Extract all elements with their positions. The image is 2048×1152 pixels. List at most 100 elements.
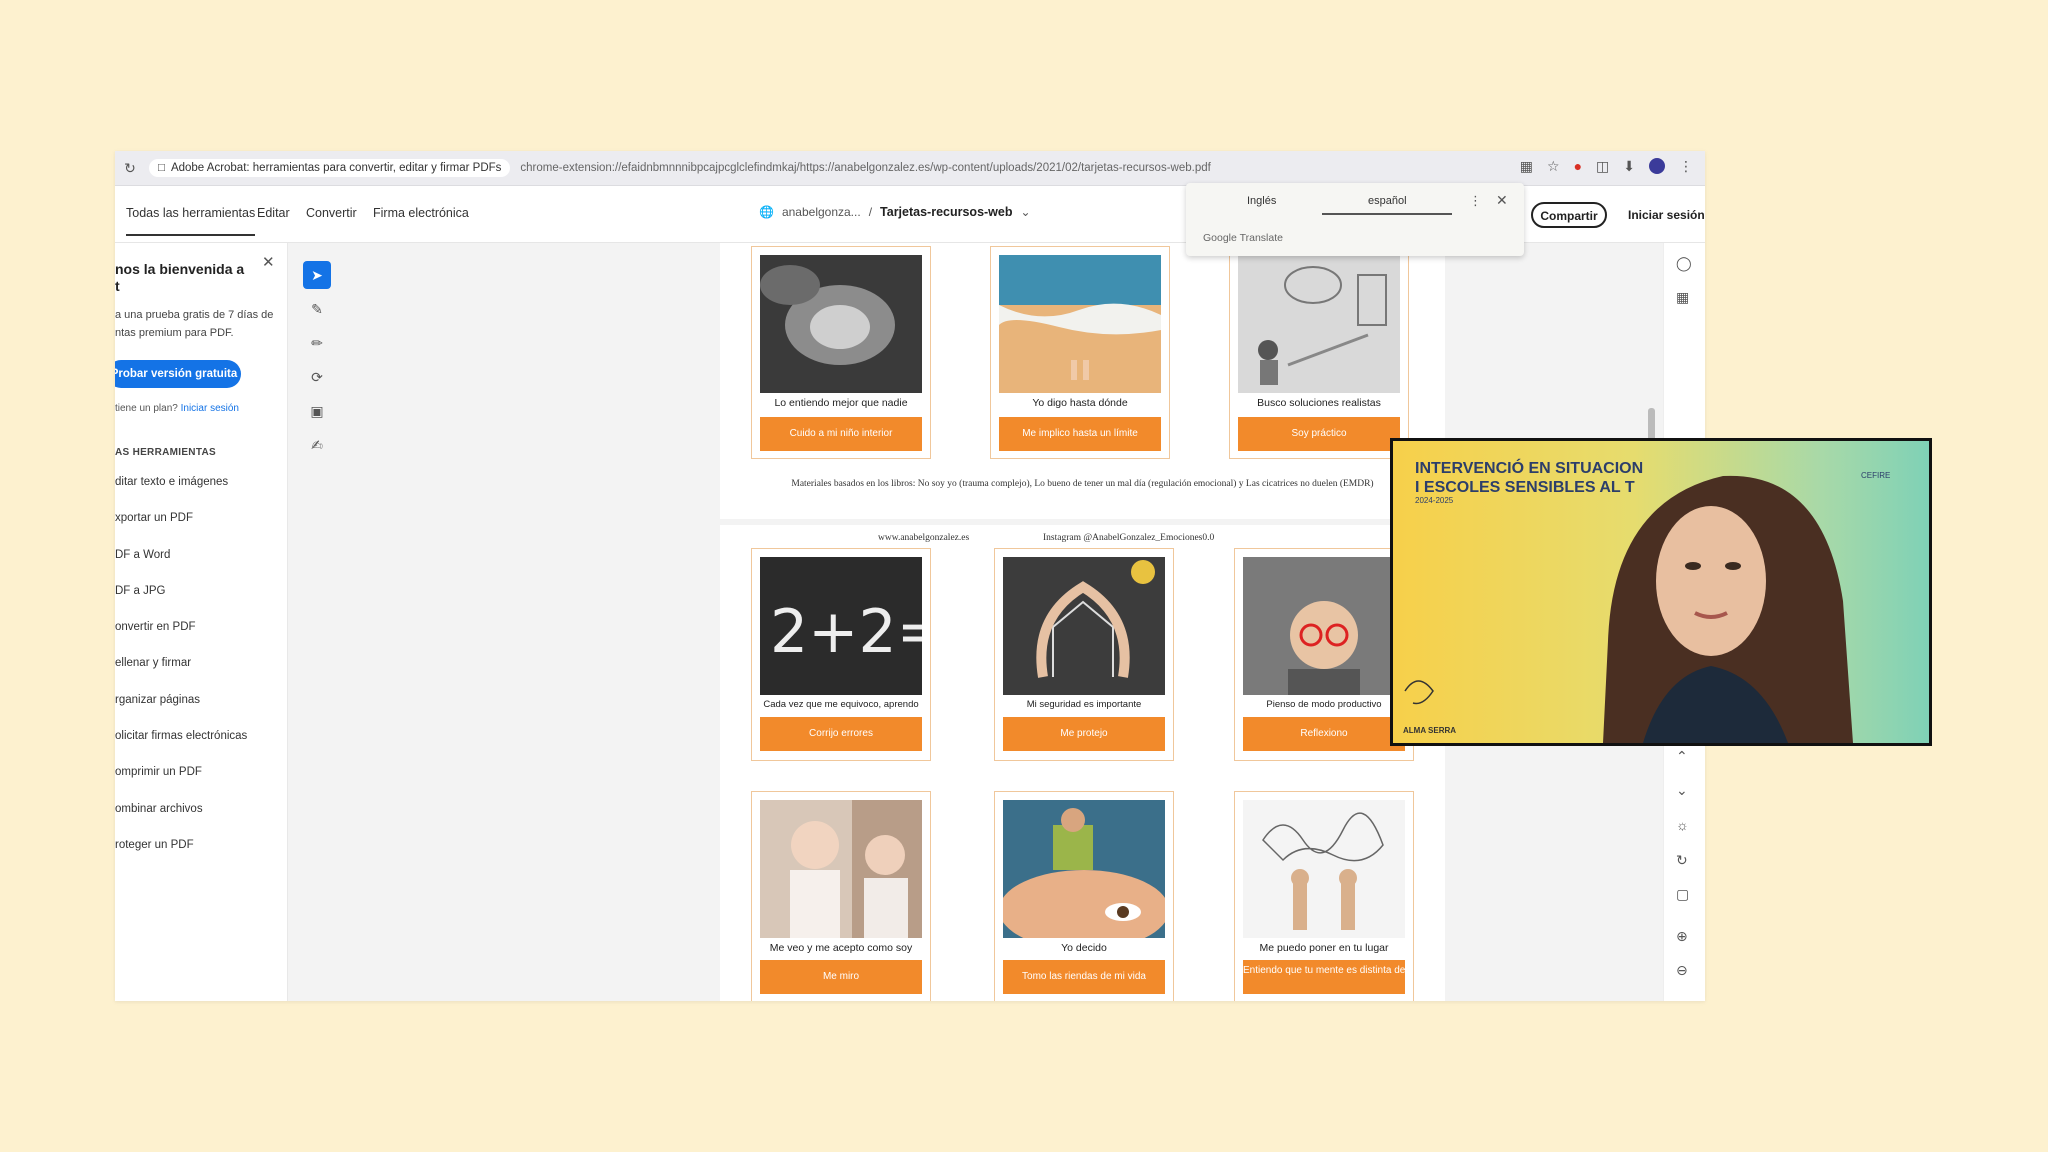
thumbnails-icon[interactable]: ▦ <box>1676 289 1689 306</box>
translate-icon[interactable]: ▦ <box>1520 158 1533 175</box>
page-instagram: Instagram @AnabelGonzalez_Emociones0.0 <box>1043 533 1215 543</box>
card-label: Cuido a mi niño interior <box>760 417 922 451</box>
resource-card: Mi seguridad es importante Me protejo <box>994 548 1174 761</box>
more-options-icon[interactable]: ⋮ <box>1469 193 1482 209</box>
tool-item[interactable]: omprimir un PDF <box>115 766 247 802</box>
site-info-chip[interactable]: □ Adobe Acrobat: herramientas para conve… <box>149 159 511 177</box>
page-website: www.anabelgonzalez.es <box>878 533 970 543</box>
card-label: Tomo las riendas de mi vida <box>1003 960 1165 994</box>
tool-item[interactable]: rganizar páginas <box>115 694 247 730</box>
profile-avatar[interactable] <box>1649 158 1665 174</box>
menu-all-tools[interactable]: Todas las herramientas <box>126 206 256 236</box>
zoom-in-icon[interactable]: ⊕ <box>1676 928 1688 945</box>
tool-item[interactable]: xportar un PDF <box>115 512 247 548</box>
card-caption: Me veo y me acepto como soy <box>769 942 913 954</box>
plan-question: tiene un plan? <box>115 403 178 414</box>
menu-e-sign[interactable]: Firma electrónica <box>373 206 469 220</box>
tools-heading: AS HERRAMIENTAS <box>115 447 216 458</box>
active-lang-underline <box>1322 213 1452 215</box>
text-box-icon[interactable]: ▣ <box>303 397 331 425</box>
welcome-desc-line: a una prueba gratis de 7 días de <box>115 309 274 321</box>
card-label: Me miro <box>760 960 922 994</box>
tools-list: ditar texto e imágenes xportar un PDF DF… <box>115 476 247 875</box>
translate-target-lang[interactable]: español <box>1368 195 1407 207</box>
resource-card: Yo digo hasta dónde Me implico hasta un … <box>990 246 1170 459</box>
card-label: Me implico hasta un límite <box>999 417 1161 451</box>
resource-card: Lo entiendo mejor que nadie Cuido a mi n… <box>751 246 931 459</box>
menu-edit[interactable]: Editar <box>257 206 290 220</box>
select-cursor-icon[interactable]: ➤ <box>303 261 331 289</box>
login-button[interactable]: Iniciar sesión <box>1628 208 1705 222</box>
extensions-icon[interactable]: ◫ <box>1596 158 1609 175</box>
card-caption: Cada vez que me equivoco, aprendo <box>763 699 919 710</box>
welcome-title-line: nos la bienvenida a <box>115 261 245 277</box>
browser-menu-icon[interactable]: ⋮ <box>1679 158 1693 175</box>
tool-item[interactable]: ellenar y firmar <box>115 657 247 693</box>
bookmark-star-icon[interactable]: ☆ <box>1547 158 1560 175</box>
tangled-minds-photo <box>1243 800 1405 938</box>
chalkboard-photo: 2+2=5 <box>760 557 922 695</box>
globe-icon: 🌐 <box>759 205 774 219</box>
free-trial-button[interactable]: Probar versión gratuita <box>115 360 241 388</box>
brightness-icon[interactable]: ☼ <box>1676 817 1689 833</box>
reload-icon[interactable]: ↻ <box>115 160 145 177</box>
welcome-title: nos la bienvenida a t <box>115 261 244 295</box>
card-label: Entiendo que tu mente es distinta de la … <box>1243 960 1405 994</box>
webcam-overlay: INTERVENCIÓ EN SITUACION I ESCOLES SENSI… <box>1390 438 1932 746</box>
close-icon[interactable]: ✕ <box>1496 192 1508 209</box>
card-label: Corrijo errores <box>760 717 922 751</box>
welcome-description: a una prueba gratis de 7 días de ntas pr… <box>115 306 273 342</box>
card-label: Reflexiono <box>1243 717 1405 751</box>
tab-title: Adobe Acrobat: herramientas para convert… <box>170 162 502 174</box>
tool-item[interactable]: DF a Word <box>115 549 247 585</box>
doc-path[interactable]: anabelgonza... <box>782 205 861 219</box>
pdf-page: www.anabelgonzalez.es Instagram @AnabelG… <box>720 525 1445 1001</box>
tool-item[interactable]: onvertir en PDF <box>115 621 247 657</box>
rotate-icon[interactable]: ↻ <box>1676 852 1688 869</box>
page-down-icon[interactable]: ⌄ <box>1676 782 1688 799</box>
page-up-icon[interactable]: ⌃ <box>1676 748 1688 765</box>
resource-card: Me veo y me acepto como soy Me miro <box>751 791 931 1001</box>
close-icon[interactable]: ✕ <box>262 253 275 271</box>
translate-source-lang[interactable]: Inglés <box>1247 195 1276 207</box>
presenter-video <box>1404 475 1853 743</box>
resource-card: 2+2=5 Cada vez que me equivoco, aprendo … <box>751 548 931 761</box>
share-button[interactable]: Compartir <box>1531 202 1607 228</box>
sign-in-link[interactable]: Iniciar sesión <box>181 403 239 414</box>
translate-popup: Inglés español ⋮ ✕ Google Translate <box>1186 183 1524 256</box>
tool-item[interactable]: DF a JPG <box>115 585 247 621</box>
tool-item[interactable]: roteger un PDF <box>115 839 247 875</box>
document-name[interactable]: Tarjetas-recursos-web <box>880 205 1012 219</box>
annotation-tools: ➤ ✎ ✏ ⟳ ▣ ✍ <box>303 261 339 465</box>
zoom-out-icon[interactable]: ⊖ <box>1676 962 1688 979</box>
comment-icon[interactable]: ✎ <box>303 295 331 323</box>
url-field[interactable]: chrome-extension://efaidnbmnnnibpcajpcgl… <box>520 162 1480 174</box>
ai-assistant-icon[interactable]: ◯ <box>1676 255 1692 272</box>
presenter-name: ALMA SERRA <box>1403 726 1457 735</box>
card-caption: Me puedo poner en tu lugar <box>1259 942 1389 954</box>
welcome-panel: ✕ nos la bienvenida a t a una prueba gra… <box>115 243 288 1001</box>
highlight-pen-icon[interactable]: ✏ <box>303 329 331 357</box>
page-icon: □ <box>158 162 165 174</box>
beach-photo <box>999 255 1161 393</box>
tool-item[interactable]: ditar texto e imágenes <box>115 476 247 512</box>
card-caption: Yo digo hasta dónde <box>1032 397 1128 409</box>
chevron-down-icon[interactable]: ⌄ <box>1021 205 1031 219</box>
svg-text:2+2=5: 2+2=5 <box>770 597 922 667</box>
tool-item[interactable]: ombinar archivos <box>115 803 247 839</box>
card-caption: Lo entiendo mejor que nadie <box>774 397 908 409</box>
sign-icon[interactable]: ✍ <box>303 431 331 459</box>
menu-convert[interactable]: Convertir <box>306 206 357 220</box>
page-fit-icon[interactable]: ▢ <box>1676 886 1689 903</box>
welcome-title-line: t <box>115 278 120 294</box>
adobe-extension-icon[interactable]: ● <box>1574 158 1582 175</box>
resource-card: Me puedo poner en tu lugar Entiendo que … <box>1234 791 1414 1001</box>
address-bar: ↻ □ Adobe Acrobat: herramientas para con… <box>115 151 1705 186</box>
tool-item[interactable]: olicitar firmas electrónicas <box>115 730 247 766</box>
download-icon[interactable]: ⬇ <box>1623 158 1635 175</box>
document-breadcrumb: 🌐 anabelgonza... / Tarjetas-recursos-web… <box>759 205 1031 219</box>
card-caption: Yo decido <box>1061 942 1107 954</box>
lasso-icon[interactable]: ⟳ <box>303 363 331 391</box>
plan-text: tiene un plan? Iniciar sesión <box>115 403 239 414</box>
thinking-boy-photo <box>1243 557 1405 695</box>
